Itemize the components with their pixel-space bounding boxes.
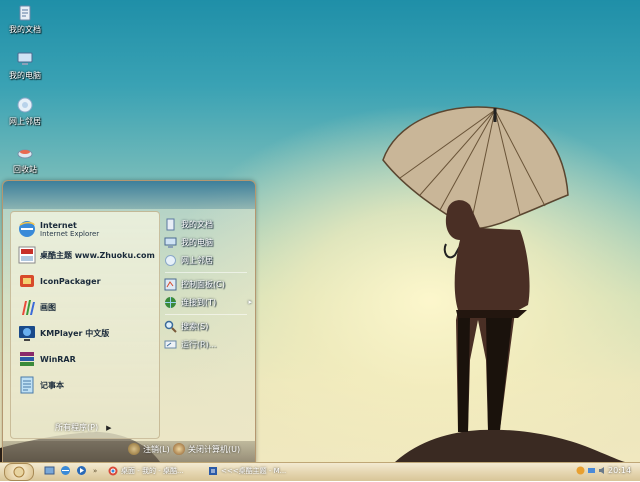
place-run[interactable]: 运行(R)...: [164, 336, 252, 352]
program-title: 画图: [40, 302, 56, 312]
place-search[interactable]: 搜索(S): [164, 318, 252, 334]
logoff-button[interactable]: 注销(L): [128, 443, 170, 455]
shutdown-icon: [173, 443, 185, 455]
separator: [165, 314, 247, 315]
iconpackager-icon: [20, 275, 34, 287]
desktop-icon-my-computer[interactable]: 我的电脑: [2, 50, 48, 81]
paint-icon: [22, 300, 35, 315]
place-label: 运行(R)...: [181, 339, 217, 349]
places-panel: 我的文档 我的电脑 网上邻居 控制面板(C) 连接到(T) ▸ 搜索(S) 运行…: [161, 211, 252, 437]
place-label: 网上邻居: [181, 255, 213, 265]
program-iconpackager[interactable]: IconPackager: [17, 268, 155, 294]
taskbar-button-task-1[interactable]: 桌面 - 我的 - 桌酷...: [108, 464, 200, 478]
program-internet-explorer[interactable]: Internet Internet Explorer: [17, 216, 155, 242]
place-label: 搜索(S): [181, 321, 209, 331]
quicklaunch-more-button[interactable]: »: [93, 464, 97, 478]
place-label: 我的文档: [181, 219, 213, 229]
submenu-arrow-icon: ▸: [248, 298, 252, 306]
desktop-icon-network-places[interactable]: 网上邻居: [2, 96, 48, 127]
media-player-icon[interactable]: [76, 465, 87, 476]
start-orb-icon: [13, 466, 25, 478]
program-paint[interactable]: 画图: [17, 294, 155, 320]
place-network-places[interactable]: 网上邻居: [164, 252, 252, 268]
desktop-icon-label: 我的文档: [9, 25, 41, 34]
place-label: 控制面板(C): [181, 279, 225, 289]
taskbar-clock[interactable]: 20:14: [608, 466, 631, 475]
network-places-icon: [17, 97, 33, 113]
network-places-icon: [165, 254, 176, 266]
task-label: 桌面 - 我的 - 桌酷...: [121, 467, 184, 475]
chrome-icon: [108, 466, 118, 476]
winrar-icon: [20, 352, 34, 366]
tray-volume-icon[interactable]: [598, 466, 607, 475]
tray-chat-icon[interactable]: [576, 466, 585, 475]
shutdown-button[interactable]: 关闭计算机(U): [173, 443, 240, 455]
logoff-icon: [128, 443, 140, 455]
notepad-icon: [20, 376, 34, 394]
program-title: WinRAR: [40, 354, 76, 364]
tray-network-icon[interactable]: [587, 466, 596, 475]
place-label: 连接到(T): [181, 297, 217, 307]
run-icon: [164, 340, 177, 348]
internet-explorer-icon: [19, 221, 35, 237]
desktop-icon-label: 回收站: [13, 165, 37, 174]
recycle-bin-icon: [17, 149, 33, 159]
program-winrar[interactable]: WinRAR: [17, 346, 155, 372]
program-subtitle: Internet Explorer: [40, 229, 100, 238]
taskbar-button-task-2[interactable]: <<<桌酷主题 - M...: [208, 464, 300, 478]
place-label: 我的电脑: [181, 237, 213, 247]
desktop-icon-recycle-bin[interactable]: 回收站: [2, 144, 48, 175]
logoff-label: 注销(L): [143, 444, 170, 454]
program-title: Internet: [40, 220, 77, 230]
control-panel-icon: [164, 278, 177, 290]
all-programs-button[interactable]: 所有程序(P) ▶: [55, 422, 111, 433]
my-computer-icon: [17, 52, 33, 65]
start-button[interactable]: [4, 463, 34, 481]
kmplayer-icon: [19, 326, 35, 341]
place-my-documents[interactable]: 我的文档: [164, 216, 252, 232]
start-menu: Internet Internet Explorer 桌酷主题 www.Zhuo…: [2, 180, 256, 464]
place-control-panel[interactable]: 控制面板(C): [164, 276, 252, 292]
my-documents-icon: [19, 5, 31, 21]
my-computer-icon: [164, 237, 177, 248]
program-title: IconPackager: [40, 276, 101, 286]
place-my-computer[interactable]: 我的电脑: [164, 234, 252, 250]
desktop-icon-my-documents[interactable]: 我的文档: [2, 4, 48, 35]
word-doc-icon: [209, 467, 217, 475]
arrow-right-icon: ▶: [106, 424, 112, 432]
search-icon: [164, 320, 177, 333]
show-desktop-icon[interactable]: [44, 465, 55, 476]
pinned-programs-panel: Internet Internet Explorer 桌酷主题 www.Zhuo…: [10, 211, 160, 439]
zhuoku-theme-icon: [18, 246, 36, 264]
program-notepad[interactable]: 记事本: [17, 372, 155, 398]
start-menu-header: [3, 181, 255, 209]
my-documents-icon: [166, 218, 175, 230]
program-title: KMPlayer 中文版: [40, 328, 110, 338]
separator: [165, 272, 247, 273]
desktop-icon-label: 网上邻居: [9, 117, 41, 126]
program-title: 记事本: [40, 380, 64, 390]
place-connect-to[interactable]: 连接到(T) ▸: [164, 294, 252, 310]
program-zhuoku-theme[interactable]: 桌酷主题 www.Zhuoku.com: [17, 242, 155, 268]
internet-explorer-icon[interactable]: [60, 465, 71, 476]
program-kmplayer[interactable]: KMPlayer 中文版: [17, 320, 155, 346]
connect-to-icon: [165, 296, 176, 308]
program-title: 桌酷主题 www.Zhuoku.com: [40, 250, 155, 260]
task-label: <<<桌酷主题 - M...: [221, 467, 287, 475]
all-programs-label: 所有程序(P): [55, 423, 99, 432]
shutdown-label: 关闭计算机(U): [188, 444, 241, 454]
desktop-icon-label: 我的电脑: [9, 71, 41, 80]
